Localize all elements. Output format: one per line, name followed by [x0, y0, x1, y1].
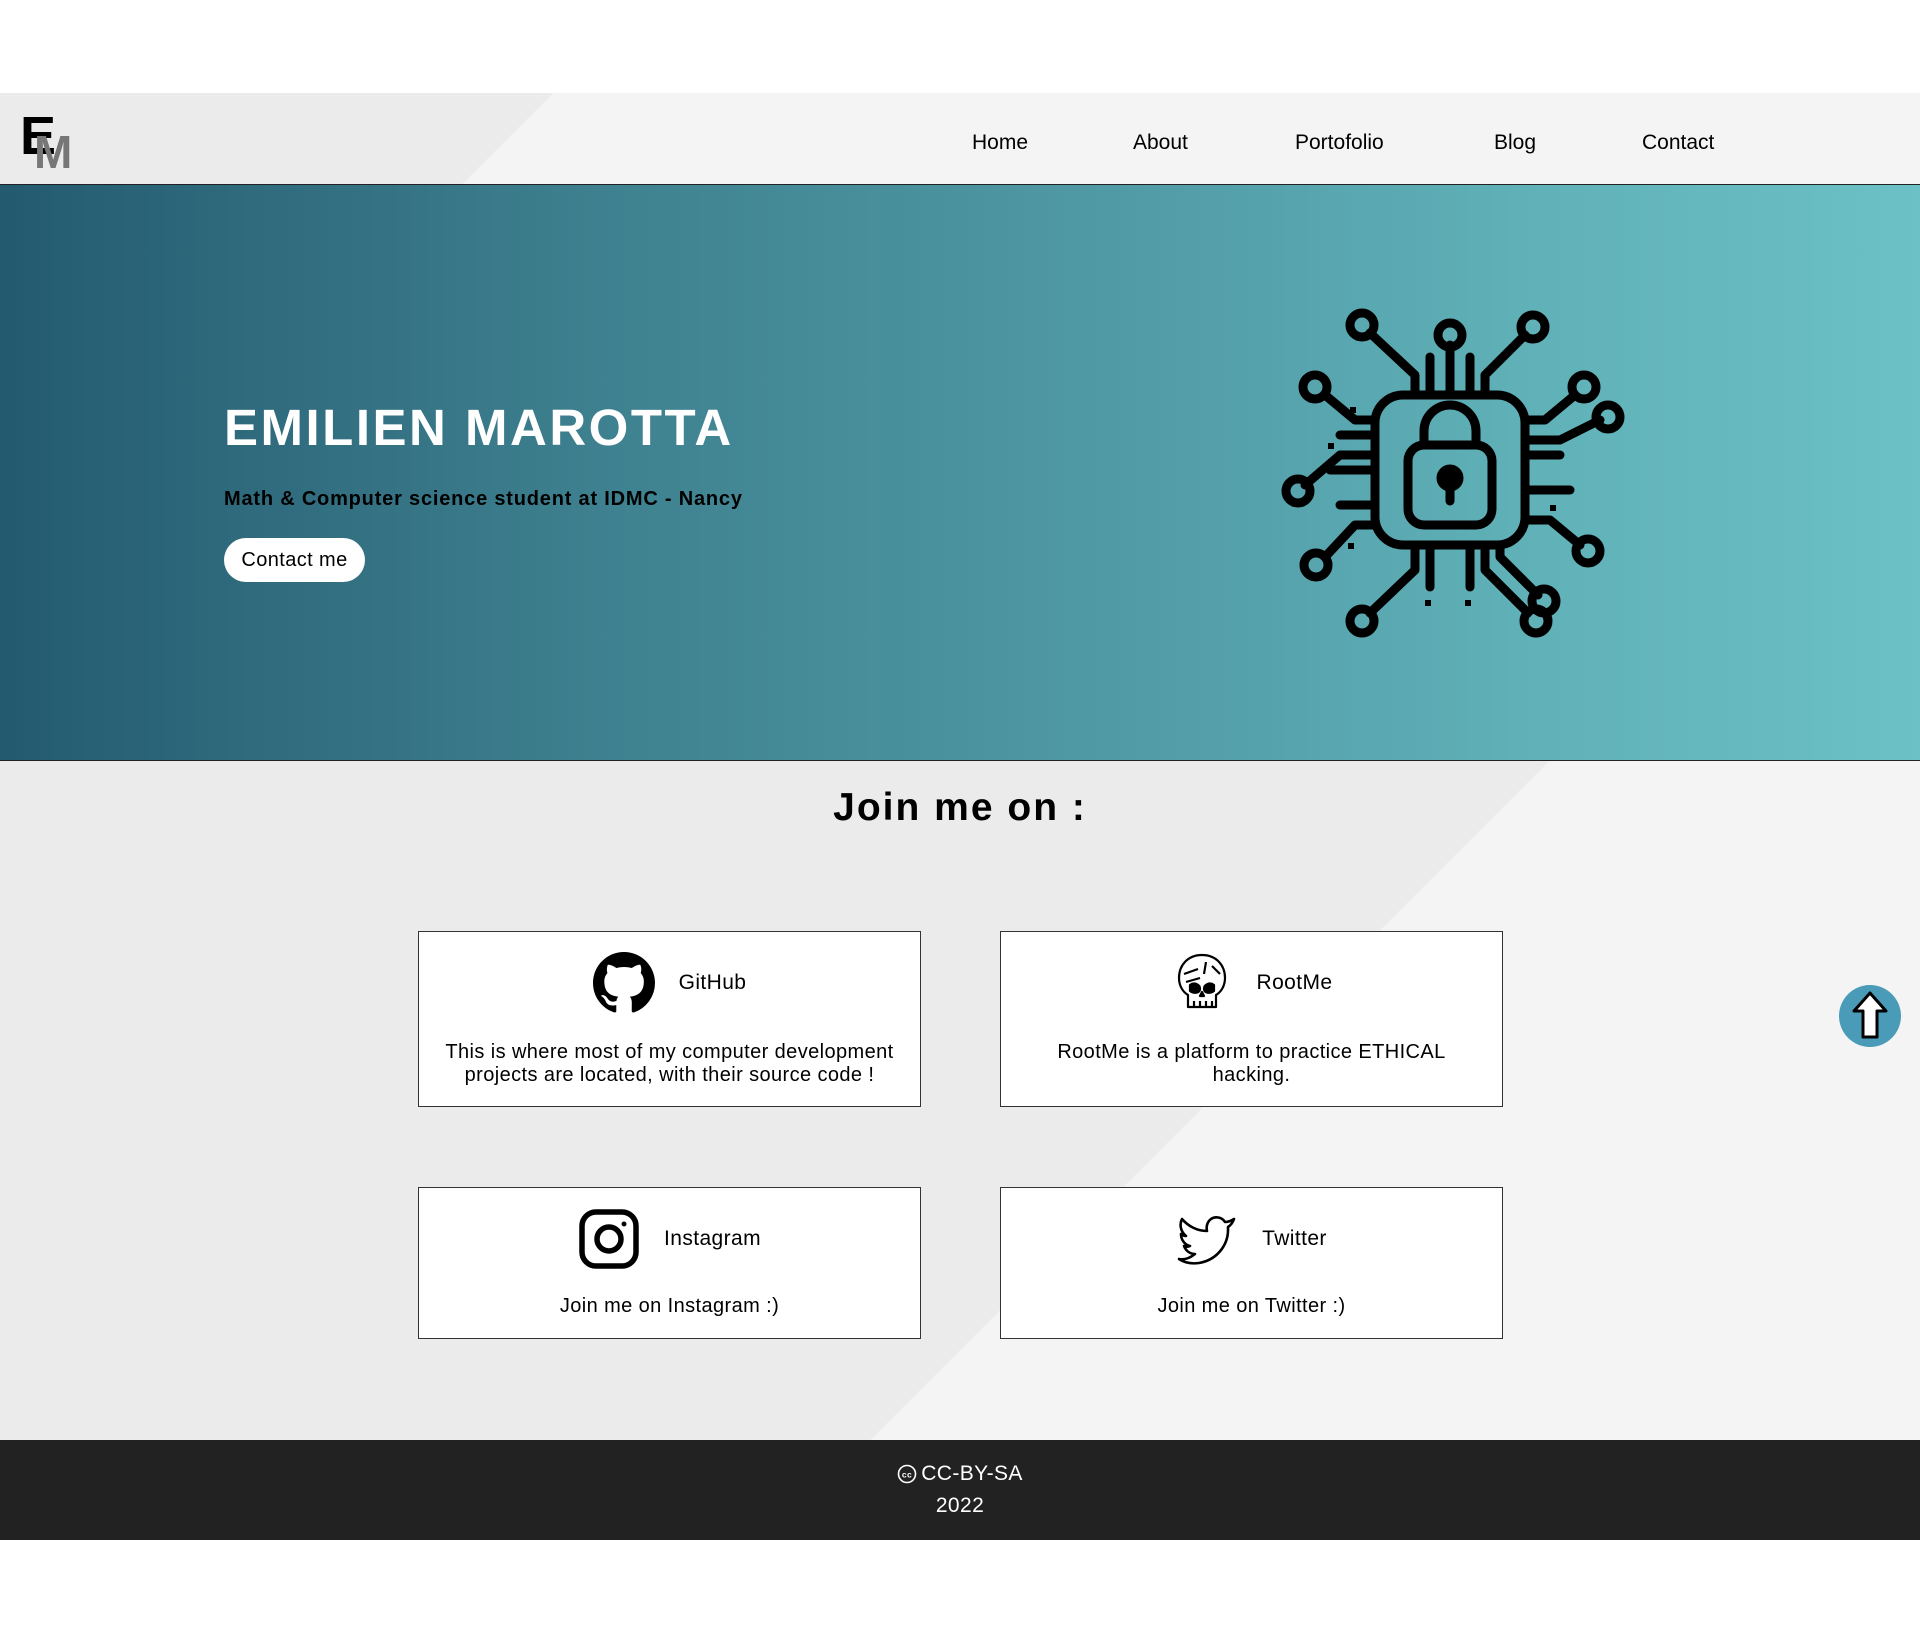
nav-about[interactable]: About [1133, 93, 1188, 185]
card-description-line: RootMe is a platform to practice ETHICAL [1057, 1041, 1446, 1063]
rootme-card[interactable]: RootMe RootMe is a platform to practice … [1000, 931, 1503, 1107]
github-card[interactable]: GitHub This is where most of my computer… [418, 931, 921, 1107]
main-nav: Home About Portofolio Blog Contact [0, 93, 1920, 185]
nav-portfolio[interactable]: Portofolio [1295, 93, 1384, 185]
footer: cc CC-BY-SA 2022 [0, 1440, 1920, 1540]
card-header: GitHub [419, 952, 920, 1014]
card-description: RootMe is a platform to practice ETHICAL… [1001, 1041, 1502, 1087]
arrow-up-icon [1852, 991, 1888, 1039]
rootme-skull-icon [1171, 952, 1233, 1014]
twitter-bird-icon [1176, 1208, 1238, 1270]
license-text: CC-BY-SA [921, 1462, 1023, 1485]
contact-me-button[interactable]: Contact me [224, 538, 365, 582]
hero-subtitle: Math & Computer science student at IDMC … [224, 488, 743, 510]
card-description: This is where most of my computer develo… [419, 1041, 920, 1087]
twitter-card[interactable]: Twitter Join me on Twitter :) [1000, 1187, 1503, 1339]
instagram-icon [578, 1208, 640, 1270]
instagram-card[interactable]: Instagram Join me on Instagram :) [418, 1187, 921, 1339]
hero-banner: EMILIEN MAROTTA Math & Computer science … [0, 185, 1920, 761]
card-header: RootMe [1001, 952, 1502, 1014]
nav-blog[interactable]: Blog [1494, 93, 1536, 185]
nav-home[interactable]: Home [972, 93, 1028, 185]
card-description-line: projects are located, with their source … [464, 1064, 875, 1086]
card-title: Twitter [1262, 1227, 1327, 1250]
card-description-line: This is where most of my computer develo… [445, 1041, 894, 1063]
footer-license: cc CC-BY-SA [0, 1462, 1920, 1486]
scroll-top-button[interactable] [1839, 985, 1901, 1047]
circuit-lock-icon [1281, 308, 1625, 638]
card-title: RootMe [1256, 971, 1333, 994]
github-icon [592, 952, 655, 1014]
svg-text:cc: cc [902, 1469, 912, 1479]
card-header: Twitter [1001, 1208, 1502, 1270]
creative-commons-icon: cc [897, 1464, 917, 1484]
card-description-line: hacking. [1212, 1064, 1291, 1086]
join-title: Join me on : [833, 786, 1087, 829]
card-title: Instagram [664, 1227, 761, 1250]
card-description: Join me on Instagram :) [559, 1295, 780, 1317]
hero-title: EMILIEN MAROTTA [224, 399, 734, 456]
card-description: Join me on Twitter :) [1157, 1295, 1346, 1317]
navbar: E M Home About Portofolio Blog Contact [0, 93, 1920, 185]
nav-contact[interactable]: Contact [1642, 93, 1714, 185]
footer-year: 2022 [935, 1494, 985, 1517]
card-header: Instagram [419, 1208, 920, 1270]
join-section: Join me on : GitHub This is where most o… [0, 761, 1920, 1440]
card-title: GitHub [678, 971, 747, 994]
